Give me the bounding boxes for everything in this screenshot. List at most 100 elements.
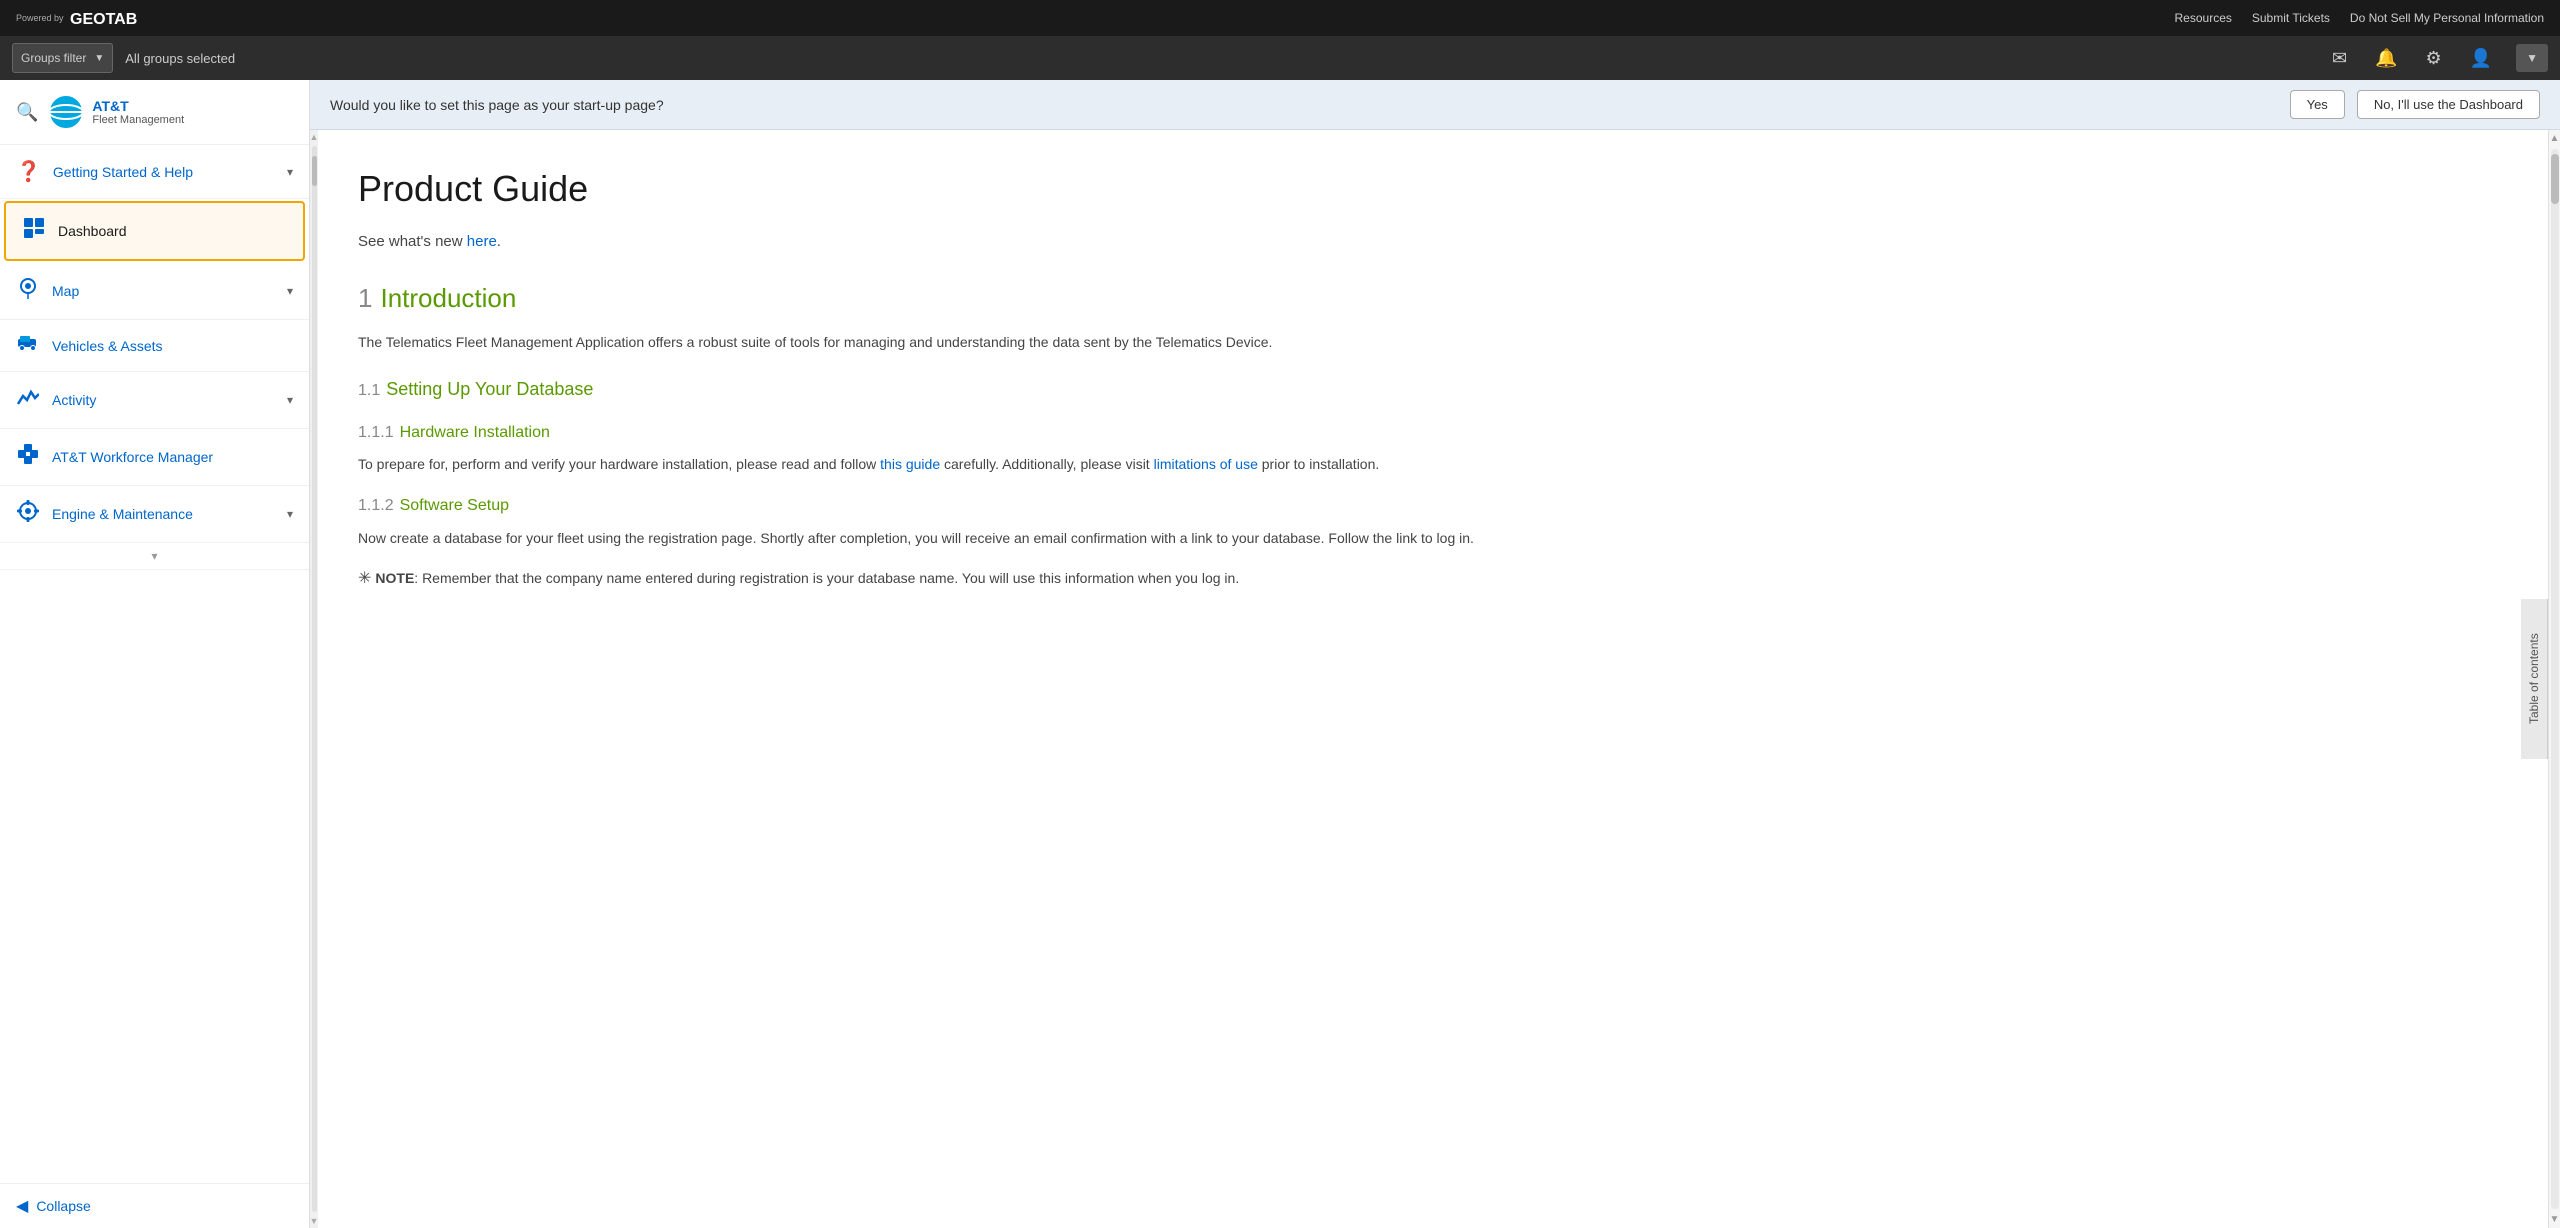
brand-subtitle: Fleet Management — [92, 114, 184, 126]
right-scrollbar[interactable]: ▲ ▼ — [2548, 130, 2560, 1228]
left-scroll-handle — [312, 156, 317, 186]
submit-tickets-link[interactable]: Submit Tickets — [2252, 11, 2330, 25]
here-link[interactable]: here — [467, 233, 497, 250]
sidebar-item-activity[interactable]: Activity ▾ — [0, 372, 309, 429]
scroll-down-indicator: ▾ — [151, 549, 157, 563]
section-1-1-2-number: 1.1.2 — [358, 497, 394, 514]
sidebar-item-label-getting-started: Getting Started & Help — [53, 164, 275, 180]
scroll-down-arrow[interactable]: ▼ — [2547, 1211, 2560, 1228]
section-1-1-2-title: Software Setup — [400, 497, 509, 514]
top-bar: Powered by GEOTAB Resources Submit Ticke… — [0, 0, 2560, 36]
engine-chevron-icon: ▾ — [287, 507, 293, 521]
section-1-header: 1 Introduction — [358, 278, 2470, 320]
note-star: ✳ — [358, 570, 371, 587]
sidebar: 🔍 AT&T Fleet Management ❓ Getting Starte… — [0, 80, 310, 1228]
sidebar-item-label-engine: Engine & Maintenance — [52, 506, 275, 522]
section-1-1-1-number: 1.1.1 — [358, 424, 394, 441]
limitations-link[interactable]: limitations of use — [1154, 456, 1258, 472]
doc-content: Product Guide See what's new here. 1Intr… — [318, 130, 2520, 1228]
vehicles-icon — [16, 334, 40, 357]
toc-area: Table of contents — [2520, 130, 2548, 1228]
workforce-icon — [16, 443, 40, 471]
groups-filter-dropdown[interactable]: Groups filter ▼ — [12, 43, 113, 73]
sidebar-scroll-down[interactable]: ▾ — [0, 543, 309, 570]
brand-logo: AT&T Fleet Management — [48, 94, 184, 130]
user-dropdown-arrow: ▼ — [2526, 51, 2538, 65]
toc-tab[interactable]: Table of contents — [2521, 599, 2548, 759]
section-1-1-header: 1.1 Setting Up Your Database — [358, 375, 2470, 404]
scroll-up-arrow[interactable]: ▲ — [2547, 130, 2560, 147]
geotab-logo: Powered by GEOTAB — [16, 8, 160, 28]
svg-text:GEOTAB: GEOTAB — [70, 11, 137, 28]
bell-icon-button[interactable]: 🔔 — [2371, 44, 2401, 73]
scroll-handle — [2551, 154, 2559, 204]
startup-question-text: Would you like to set this page as your … — [330, 97, 2278, 113]
section-1-1-2-body: Now create a database for your fleet usi… — [358, 527, 2470, 551]
top-bar-left: Powered by GEOTAB — [16, 8, 160, 28]
section-1-1-number: 1.1 — [358, 382, 380, 399]
note-text: : Remember that the company name entered… — [414, 570, 1239, 586]
brand-text: AT&T Fleet Management — [92, 98, 184, 127]
collapse-button[interactable]: ◀ Collapse — [0, 1183, 309, 1228]
user-dropdown[interactable]: ▼ — [2516, 44, 2548, 72]
note-bold: NOTE — [375, 570, 414, 586]
sidebar-item-dashboard[interactable]: Dashboard — [4, 201, 305, 261]
activity-chevron-icon: ▾ — [287, 393, 293, 407]
groups-filter-arrow: ▼ — [94, 53, 104, 64]
sidebar-item-workforce[interactable]: AT&T Workforce Manager — [0, 429, 309, 486]
left-scroll-up[interactable]: ▲ — [310, 130, 320, 144]
this-guide-link[interactable]: this guide — [880, 456, 940, 472]
geotab-wordmark: GEOTAB — [70, 8, 160, 28]
groups-bar: Groups filter ▼ All groups selected ✉ 🔔 … — [0, 36, 2560, 80]
startup-banner: Would you like to set this page as your … — [310, 80, 2560, 130]
sidebar-item-label-dashboard: Dashboard — [58, 223, 287, 239]
sidebar-item-label-vehicles: Vehicles & Assets — [52, 338, 293, 354]
user-icon-button[interactable]: 👤 — [2466, 44, 2496, 73]
map-icon — [16, 277, 40, 305]
section-1-number: 1 — [358, 283, 372, 313]
sidebar-item-vehicles[interactable]: Vehicles & Assets — [0, 320, 309, 372]
sidebar-item-map[interactable]: Map ▾ — [0, 263, 309, 320]
left-scroll-track[interactable] — [312, 146, 317, 1212]
top-bar-right: Resources Submit Tickets Do Not Sell My … — [2175, 11, 2544, 25]
activity-icon — [16, 386, 40, 414]
main-layout: 🔍 AT&T Fleet Management ❓ Getting Starte… — [0, 80, 2560, 1228]
left-scroll-down[interactable]: ▼ — [310, 1214, 320, 1228]
groups-bar-icons: ✉ 🔔 ⚙ 👤 ▼ — [2328, 44, 2548, 73]
note-box: ✳NOTE: Remember that the company name en… — [358, 565, 2470, 592]
sidebar-nav: ❓ Getting Started & Help ▾ Dashboard — [0, 145, 309, 1183]
yes-button[interactable]: Yes — [2290, 90, 2345, 119]
no-dashboard-button[interactable]: No, I'll use the Dashboard — [2357, 90, 2540, 119]
sidebar-item-label-map: Map — [52, 283, 275, 299]
section-1-1-2-header: 1.1.2 Software Setup — [358, 493, 2470, 519]
sidebar-item-label-activity: Activity — [52, 392, 275, 408]
section-1-title: Introduction — [380, 283, 516, 313]
section-1-1-title: Setting Up Your Database — [386, 379, 593, 399]
brand-name: AT&T — [92, 98, 184, 115]
scroll-track[interactable] — [2551, 149, 2559, 1209]
powered-by-text: Powered by — [16, 13, 64, 23]
map-chevron-icon: ▾ — [287, 284, 293, 298]
doc-title: Product Guide — [358, 160, 2470, 218]
search-button[interactable]: 🔍 — [16, 102, 38, 123]
section-1-body: The Telematics Fleet Management Applicat… — [358, 331, 2470, 355]
groups-selected-text: All groups selected — [125, 51, 235, 66]
do-not-sell-link[interactable]: Do Not Sell My Personal Information — [2350, 11, 2544, 25]
section-1-1-1-body: To prepare for, perform and verify your … — [358, 453, 2470, 477]
collapse-label: Collapse — [36, 1198, 90, 1214]
sidebar-header: 🔍 AT&T Fleet Management — [0, 80, 309, 145]
section-1-1-1-header: 1.1.1 Hardware Installation — [358, 420, 2470, 446]
section-1-1-1-title: Hardware Installation — [400, 424, 550, 441]
sidebar-item-getting-started[interactable]: ❓ Getting Started & Help ▾ — [0, 145, 309, 199]
resources-link[interactable]: Resources — [2175, 11, 2232, 25]
groups-filter-label: Groups filter — [21, 51, 86, 65]
settings-icon-button[interactable]: ⚙ — [2422, 44, 2446, 73]
document-area: Table of contents ▲ ▼ ▲ ▼ Product Guide — [310, 130, 2560, 1228]
getting-started-icon: ❓ — [16, 159, 41, 184]
content-area: Would you like to set this page as your … — [310, 80, 2560, 1228]
sidebar-item-label-workforce: AT&T Workforce Manager — [52, 449, 293, 465]
mail-icon-button[interactable]: ✉ — [2328, 44, 2351, 73]
sidebar-item-engine[interactable]: Engine & Maintenance ▾ — [0, 486, 309, 543]
collapse-icon: ◀ — [16, 1196, 28, 1216]
att-logo-icon — [48, 94, 84, 130]
